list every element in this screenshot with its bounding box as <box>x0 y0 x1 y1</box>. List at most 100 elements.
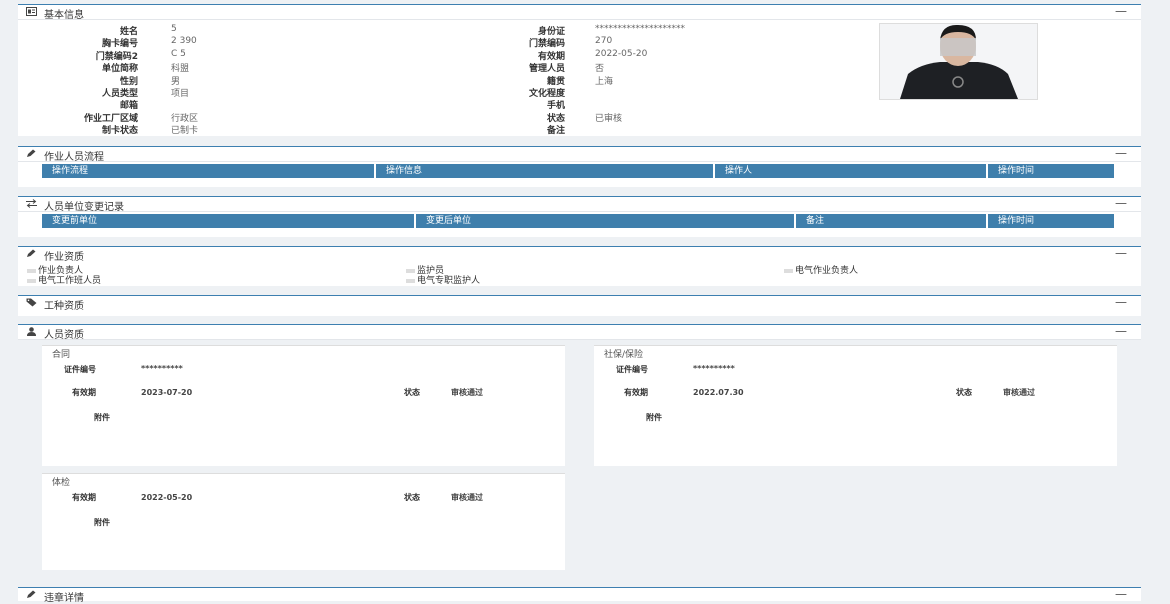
field-value: 已审核 <box>595 113 623 124</box>
field-value: 270 <box>595 36 613 47</box>
field-label: 有效期 <box>72 493 96 502</box>
field-label: 有效期 <box>72 388 96 397</box>
checkbox[interactable] <box>406 268 415 273</box>
cert-value: ********** <box>141 364 183 373</box>
status-value: 审核通过 <box>451 388 483 397</box>
checkbox[interactable] <box>406 278 415 283</box>
unit-change-panel: 人员单位变更记录 — 变更前单位 变更后单位 备注 操作时间 <box>18 196 1141 237</box>
violation-panel: 违章详情 — <box>18 587 1141 604</box>
qualification-item[interactable]: 电气工作班人员 <box>27 273 101 286</box>
field-value: 否 <box>595 64 605 75</box>
pencil-icon <box>27 590 36 598</box>
status-value: 审核通过 <box>451 493 483 502</box>
trade-qualification-panel: 工种资质 — <box>18 295 1141 316</box>
checkbox[interactable] <box>27 278 36 283</box>
valid-value: 2022.07.30 <box>693 388 744 397</box>
column-header[interactable]: 操作信息 <box>376 164 715 178</box>
card-title: 社保/保险 <box>604 350 644 360</box>
column-header[interactable]: 操作时间 <box>988 214 1116 228</box>
qualification-item[interactable]: 电气作业负责人 <box>784 263 858 276</box>
field-label: 备注 <box>546 126 565 137</box>
panel-header: 人员单位变更记录 — <box>18 196 1141 213</box>
field-value: 5 <box>171 24 177 34</box>
field-value: 男 <box>171 76 181 87</box>
field-label: 身份证 <box>537 27 565 37</box>
field-label: 有效期 <box>537 51 565 62</box>
field-label: 胸卡编号 <box>101 39 138 50</box>
qualification-item[interactable]: 电气专职监护人 <box>406 273 480 286</box>
person-qualification-panel: 人员资质 — 合同 证件编号 ********** 有效期 2023-07-20… <box>18 324 1141 579</box>
field-label: 人员类型 <box>101 89 138 99</box>
field-label: 手机 <box>546 101 565 112</box>
field-label: 文化程度 <box>528 89 565 99</box>
panel-header: 作业资质 — <box>18 246 1141 263</box>
field-label: 附件 <box>94 413 110 422</box>
valid-value: 2022-05-20 <box>141 493 193 502</box>
card-title: 体检 <box>52 478 71 488</box>
panel-title: 工种资质 <box>44 301 84 312</box>
field-label: 制卡状态 <box>101 126 138 137</box>
id-card-icon <box>26 7 37 16</box>
contract-card: 合同 证件编号 ********** 有效期 2023-07-20 状态 审核通… <box>42 345 565 466</box>
collapse-button[interactable]: — <box>1115 587 1127 601</box>
panel-title: 作业人员流程 <box>44 152 104 163</box>
user-icon <box>27 327 36 336</box>
checkbox[interactable] <box>27 268 36 273</box>
card-title: 合同 <box>52 350 71 360</box>
panel-title: 作业资质 <box>44 252 84 263</box>
field-label: 邮箱 <box>119 101 138 112</box>
checkbox[interactable] <box>784 268 793 273</box>
field-label: 性别 <box>119 76 138 87</box>
field-value: 已制卡 <box>171 126 199 137</box>
valid-value: 2023-07-20 <box>141 388 193 397</box>
panel-header: 工种资质 — <box>18 295 1141 312</box>
status-value: 审核通过 <box>1003 388 1035 397</box>
column-header[interactable]: 操作人 <box>715 164 988 178</box>
column-header[interactable]: 备注 <box>796 214 988 228</box>
work-flow-panel: 作业人员流程 — 操作流程 操作信息 操作人 操作时间 <box>18 146 1141 187</box>
field-label: 附件 <box>94 518 110 527</box>
field-label: 籍贯 <box>546 76 565 87</box>
field-label: 有效期 <box>624 388 648 397</box>
collapse-button[interactable]: — <box>1115 196 1127 210</box>
field-label: 作业工厂区域 <box>83 113 138 124</box>
collapse-button[interactable]: — <box>1115 4 1127 18</box>
collapse-button[interactable]: — <box>1115 246 1127 260</box>
collapse-button[interactable]: — <box>1115 146 1127 160</box>
physical-exam-card: 体检 有效期 2022-05-20 状态 审核通过 附件 <box>42 473 565 570</box>
portrait-image <box>880 24 1037 99</box>
column-header[interactable]: 变更后单位 <box>416 214 796 228</box>
collapse-button[interactable]: — <box>1115 324 1127 338</box>
field-value: 2022-05-20 <box>595 48 648 59</box>
tag-icon <box>26 298 37 307</box>
field-value: 项目 <box>171 89 190 99</box>
field-value: 行政区 <box>171 113 199 124</box>
panel-title: 基本信息 <box>44 10 84 21</box>
field-label: 姓名 <box>119 27 138 37</box>
swap-icon <box>26 199 37 208</box>
panel-header: 作业人员流程 — <box>18 146 1141 163</box>
panel-header: 人员资质 — <box>18 324 1141 341</box>
field-label: 管理人员 <box>528 64 565 75</box>
field-label: 状态 <box>546 113 565 124</box>
field-label: 门禁编码2 <box>95 51 138 62</box>
work-qualification-panel: 作业资质 — 作业负责人 监护员 电气作业负责人 电气工作班人员 电气专职监护人 <box>18 246 1141 286</box>
panel-title: 违章详情 <box>44 593 84 604</box>
collapse-button[interactable]: — <box>1115 295 1127 309</box>
field-value: C 5 <box>171 48 186 59</box>
field-label: 状态 <box>404 493 420 502</box>
field-label: 门禁编码 <box>528 39 565 50</box>
field-label: 附件 <box>646 413 662 422</box>
field-value: 科盟 <box>171 64 190 75</box>
column-header[interactable]: 变更前单位 <box>42 214 416 228</box>
cert-value: ********** <box>693 364 735 373</box>
field-label: 状态 <box>956 388 972 397</box>
field-value: 2 390 <box>171 36 197 47</box>
panel-title: 人员资质 <box>44 330 84 341</box>
column-header[interactable]: 操作流程 <box>42 164 376 178</box>
pencil-icon <box>27 249 36 257</box>
field-label: 单位简称 <box>101 64 138 75</box>
column-header[interactable]: 操作时间 <box>988 164 1116 178</box>
pencil-icon <box>27 149 36 157</box>
field-value: ******************** <box>595 24 685 34</box>
